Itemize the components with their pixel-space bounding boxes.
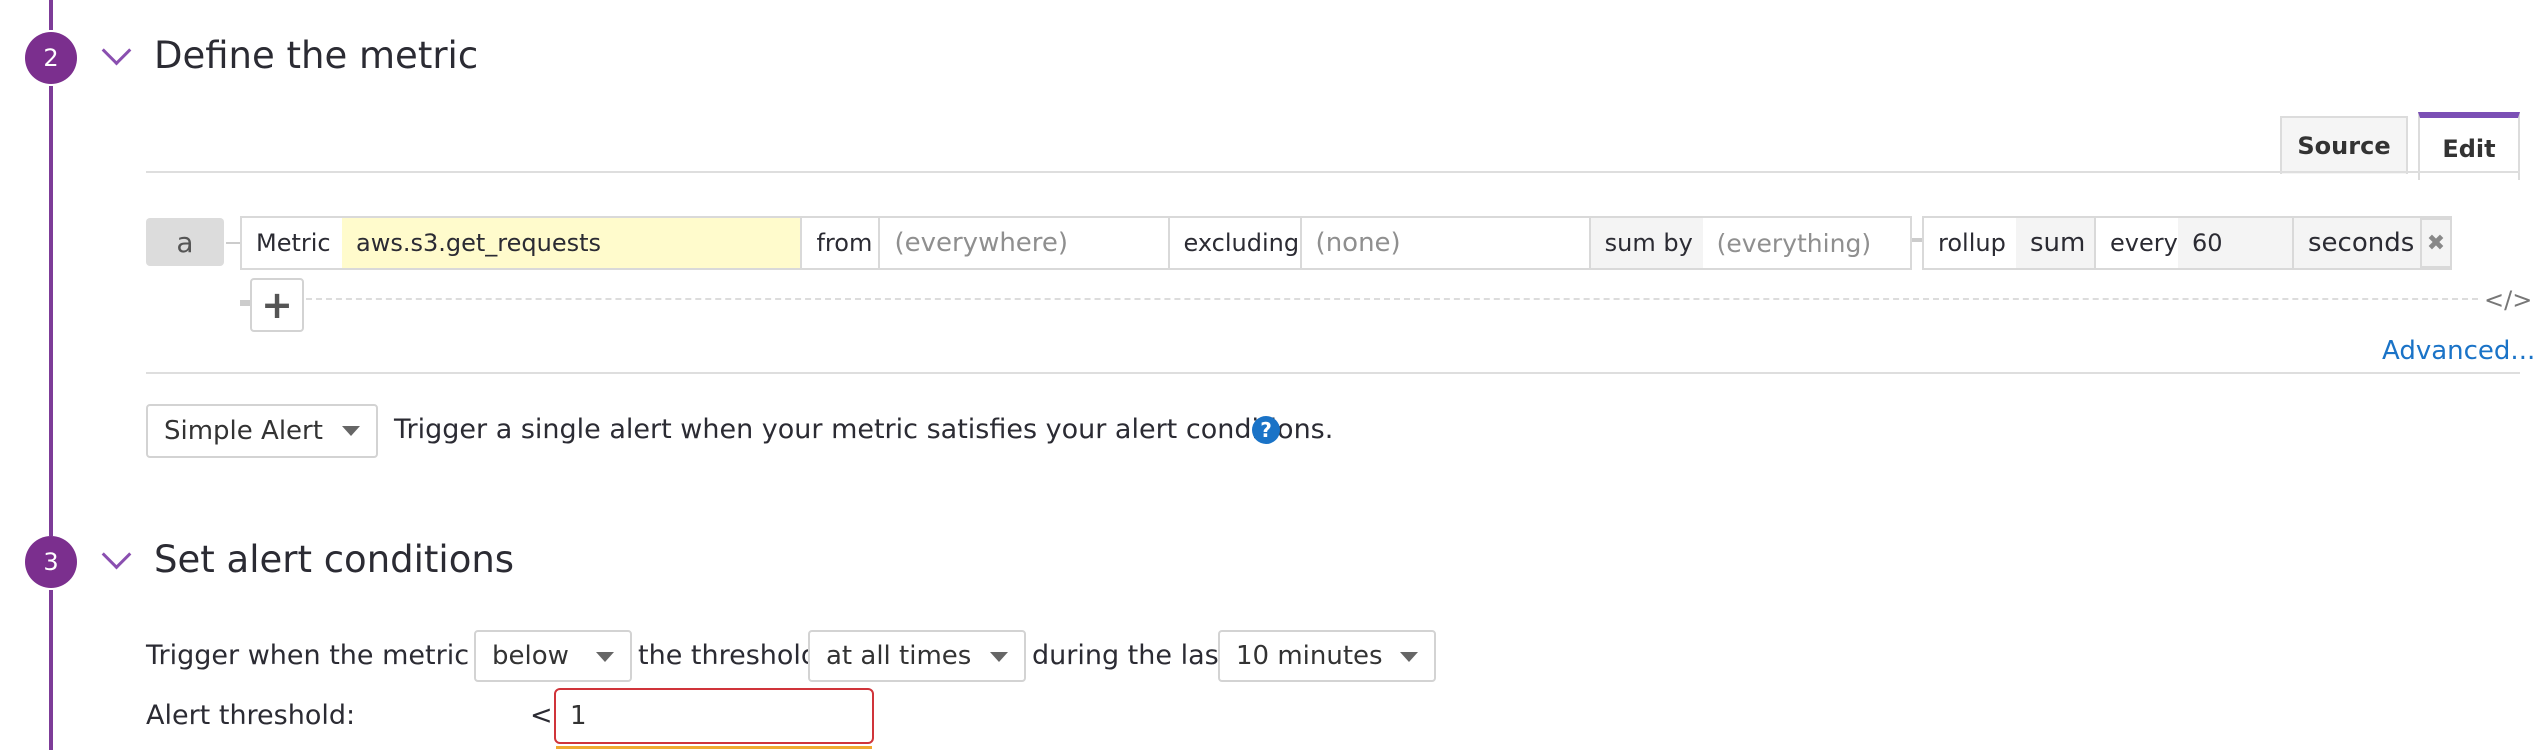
metric-label: Metric — [256, 229, 331, 257]
threshold-operator: < — [530, 700, 553, 731]
from-input[interactable]: (everywhere) — [878, 218, 1167, 268]
alert-type-select[interactable]: Simple Alert — [146, 404, 378, 458]
alert-type-description: Trigger a single alert when your metric … — [394, 414, 1334, 445]
alert-threshold-label: Alert threshold: — [146, 700, 356, 731]
tab-source[interactable]: Source — [2280, 116, 2408, 174]
add-query-button[interactable]: + — [250, 278, 304, 332]
occurrence-value: at all times — [826, 641, 972, 671]
rollup-label: rollup — [1938, 229, 2006, 257]
metric-input[interactable]: aws.s3.get_requests — [342, 218, 801, 268]
condition-prefix: Trigger when the metric is — [146, 640, 500, 671]
caret-down-icon — [1400, 652, 1418, 662]
close-icon[interactable]: ✖ — [2420, 218, 2452, 268]
caret-down-icon — [990, 652, 1008, 662]
code-icon[interactable]: </> — [2484, 286, 2532, 314]
alert-threshold-input[interactable]: 1 — [554, 688, 874, 744]
connector — [226, 242, 240, 244]
metric-query-builder: Metric aws.s3.get_requests from (everywh… — [240, 216, 1912, 270]
timeline-line-top — [49, 0, 53, 30]
help-icon[interactable]: ? — [1252, 416, 1280, 444]
section-title-define-metric: Define the metric — [154, 34, 479, 77]
step-badge-3: 3 — [25, 536, 77, 588]
seconds-label: seconds — [2292, 218, 2430, 268]
every-input[interactable]: 60 — [2178, 218, 2292, 268]
sumby-input[interactable]: (everything) — [1703, 218, 1910, 268]
advanced-link[interactable]: Advanced... — [2382, 336, 2535, 366]
sumby-label: sum by — [1588, 218, 1703, 268]
comparator-select[interactable]: below — [474, 630, 632, 682]
step-badge-2: 2 — [25, 32, 77, 84]
warning-threshold-input-edge[interactable] — [556, 746, 872, 755]
comparator-value: below — [492, 641, 569, 671]
dashed-divider — [306, 298, 2478, 300]
chevron-down-icon[interactable] — [101, 35, 132, 66]
chevron-down-icon[interactable] — [101, 539, 132, 570]
from-label: from — [800, 218, 878, 268]
occurrence-select[interactable]: at all times — [808, 630, 1026, 682]
condition-mid: the threshold — [638, 640, 819, 671]
excluding-input[interactable]: (none) — [1299, 218, 1589, 268]
section-divider — [146, 372, 2520, 374]
query-row-label: a — [146, 218, 224, 266]
window-value: 10 minutes — [1236, 641, 1383, 671]
rollup-builder: rollup sum every 60 seconds — [1922, 216, 2452, 270]
timeline-line-bottom — [49, 590, 53, 750]
alert-type-value: Simple Alert — [164, 416, 323, 446]
excluding-label: excluding — [1167, 218, 1300, 268]
every-label: every — [2094, 218, 2178, 268]
window-select[interactable]: 10 minutes — [1218, 630, 1436, 682]
rollup-select[interactable]: sum — [2016, 218, 2094, 268]
caret-down-icon — [596, 652, 614, 662]
timeline-line-mid — [49, 86, 53, 536]
add-connector — [240, 300, 250, 306]
section-title-alert-conditions: Set alert conditions — [154, 538, 515, 581]
tab-edit[interactable]: Edit — [2418, 112, 2520, 180]
tab-divider — [146, 171, 2520, 173]
condition-during: during the last — [1032, 640, 1230, 671]
caret-down-icon — [342, 426, 360, 436]
